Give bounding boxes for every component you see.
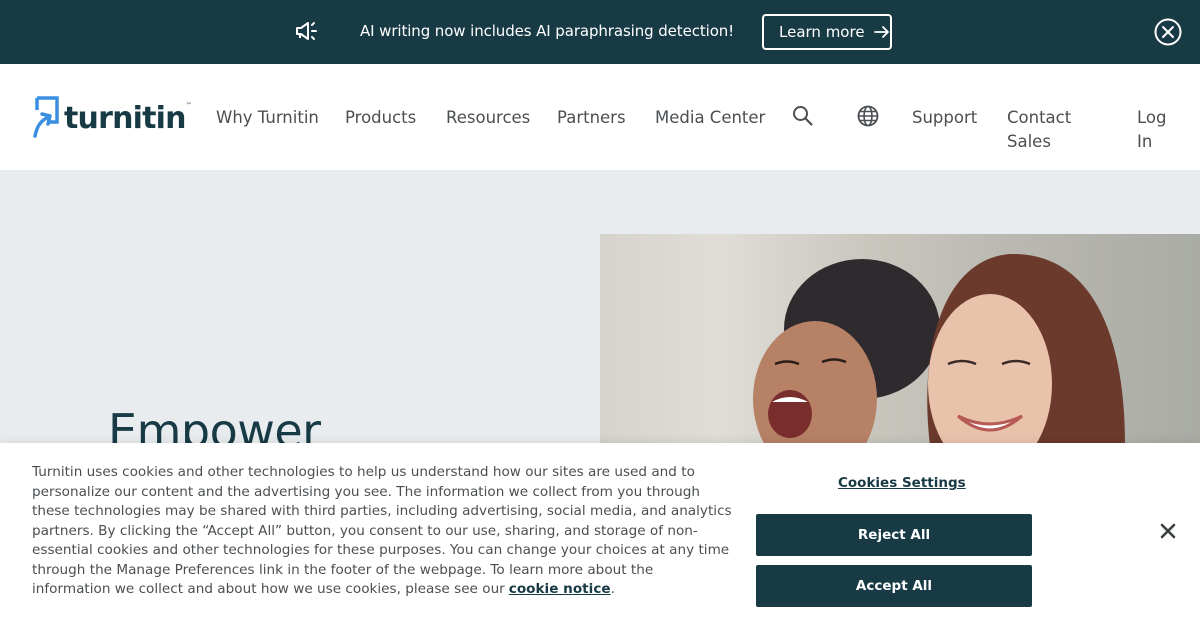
learn-more-label: Learn more [779, 23, 865, 41]
turnitin-logo[interactable]: turnitin ™ [32, 96, 192, 140]
nav-log-in[interactable]: Log In [1137, 106, 1167, 154]
nav-why-turnitin[interactable]: Why Turnitin [216, 106, 319, 130]
close-circle-icon[interactable] [1154, 18, 1182, 46]
cookie-notice-link[interactable]: cookie notice [509, 581, 611, 597]
nav-contact-sales[interactable]: Contact Sales [1007, 106, 1087, 154]
logo-mark-icon [33, 96, 59, 138]
nav-partners[interactable]: Partners [557, 106, 626, 130]
nav-resources[interactable]: Resources [446, 106, 530, 130]
arrow-right-icon [873, 26, 889, 38]
accept-all-button[interactable]: Accept All [756, 565, 1032, 607]
site-header: turnitin ™ Why Turnitin Products Resourc… [0, 64, 1200, 170]
announcement-bar: AI writing now includes AI paraphrasing … [0, 0, 1200, 64]
nav-media-center[interactable]: Media Center [655, 106, 765, 130]
learn-more-button[interactable]: Learn more [762, 14, 892, 50]
nav-products[interactable]: Products [345, 106, 416, 130]
globe-icon[interactable] [857, 105, 879, 127]
announcement-message: AI writing now includes AI paraphrasing … [360, 22, 735, 40]
cookie-banner-text: Turnitin uses cookies and other technolo… [32, 464, 732, 597]
reject-all-button[interactable]: Reject All [756, 514, 1032, 556]
cookies-settings-link[interactable]: Cookies Settings [838, 475, 966, 491]
nav-support[interactable]: Support [912, 106, 977, 130]
cookie-text-body: Turnitin uses cookies and other technolo… [32, 464, 732, 597]
close-icon[interactable] [1160, 523, 1176, 539]
hero-image [600, 234, 1200, 446]
hero-photo-illustration [753, 253, 1125, 446]
logo-trademark: ™ [185, 102, 192, 109]
cookie-banner: Turnitin uses cookies and other technolo… [0, 443, 1200, 623]
megaphone-icon [296, 22, 317, 40]
logo-wordmark: turnitin [64, 100, 187, 136]
search-icon[interactable] [792, 105, 814, 127]
